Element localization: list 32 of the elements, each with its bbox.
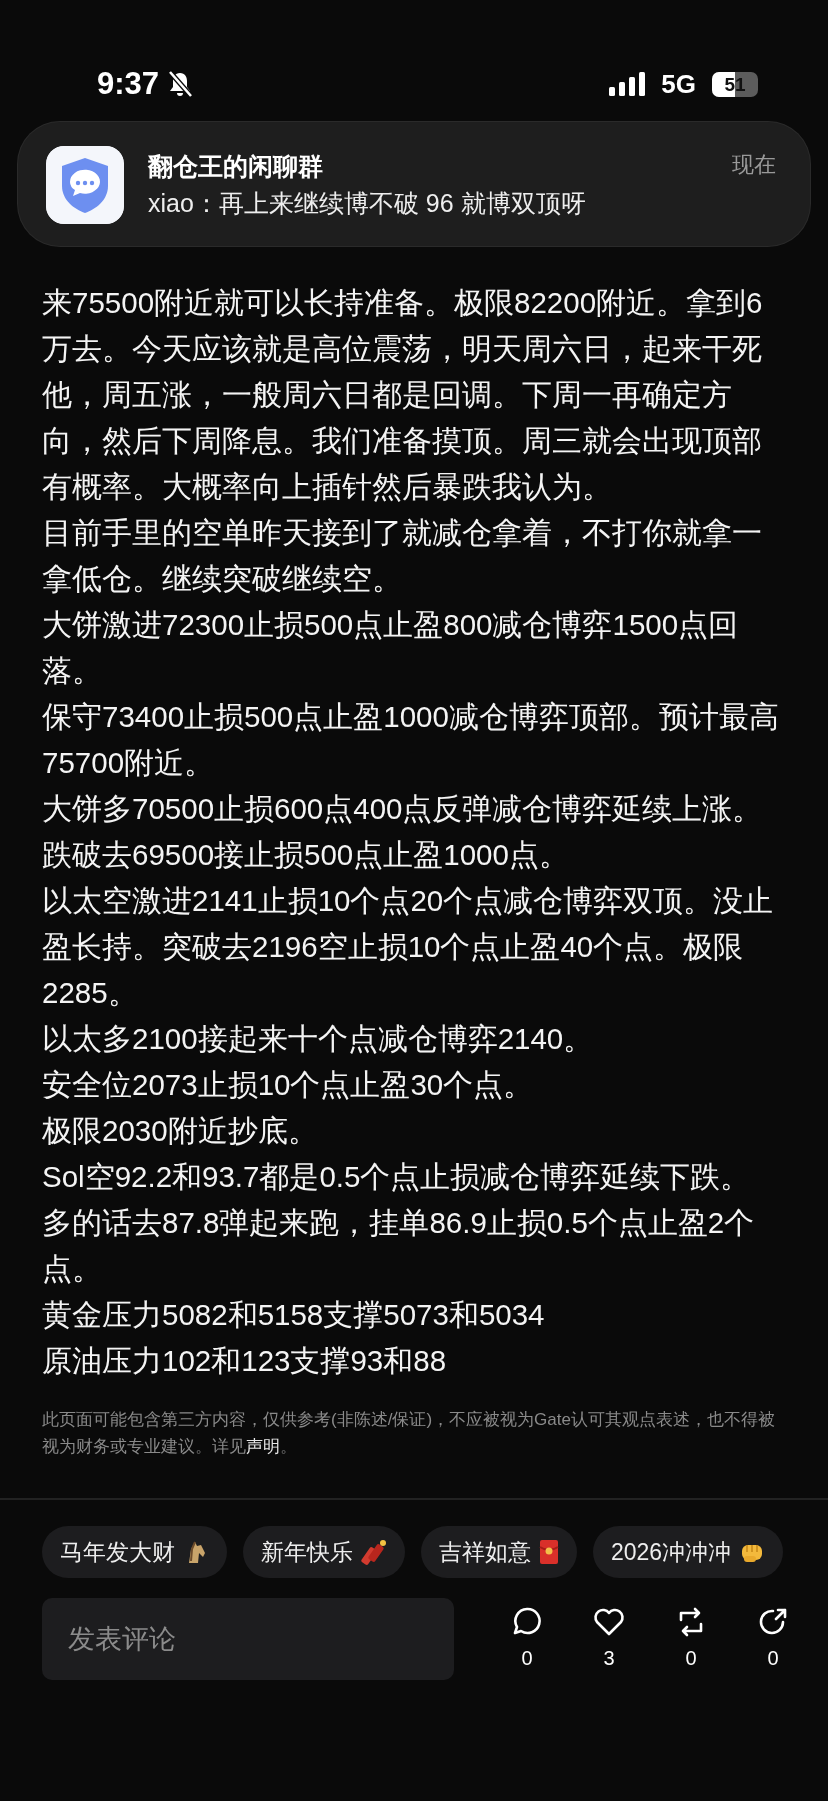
post-paragraph: 以太空激进2141止损10个点20个点减仓博弈双顶。没止盈长持。突破去2196空止损10个点止盈40个点。极限2285。 bbox=[42, 883, 775, 1011]
post-paragraph: 安全位2073止损10个点止盈30个点。 bbox=[42, 1067, 535, 1103]
action-count: 0 bbox=[767, 1646, 779, 1671]
reaction-tag[interactable]: 2026冲冲冲 bbox=[593, 1526, 784, 1578]
post-paragraph: 极限2030附近抄底。 bbox=[42, 1113, 319, 1149]
post-paragraph: 保守73400止损500点止盈1000减仓博弈顶部。预计最高75700附近。 bbox=[42, 699, 780, 781]
action-count: 0 bbox=[685, 1646, 697, 1671]
reaction-tag[interactable]: 吉祥如意 bbox=[421, 1526, 577, 1578]
post-paragraph: 大饼多70500止损600点400点反弹减仓博弈延续上涨。 bbox=[42, 791, 764, 827]
notification-time: 现在 bbox=[732, 150, 776, 179]
post-paragraph: 来75500附近就可以长持准备。极限82200附近。拿到6万去。今天应该就是高位震荡，明天周六日，起来干死他，周五涨，一般周六日都是回调。下周一再确定方向，然后下周降息。我们准备摸顶。周三就会出现顶部有概率。大概率向上插针然后暴跌我认为。 bbox=[42, 285, 764, 505]
post-paragraph: 以太多2100接起来十个点减仓博弈2140。 bbox=[42, 1021, 595, 1057]
clock-time: 9:37 bbox=[97, 64, 160, 103]
comment-input[interactable]: 发表评论 bbox=[42, 1598, 454, 1680]
battery-indicator: 51 bbox=[712, 71, 758, 97]
post-paragraph: 原油压力102和123支撑93和88 bbox=[42, 1343, 448, 1379]
post-paragraph: 跌破去69500接止损500点止盈1000点。 bbox=[42, 837, 570, 873]
disclaimer-text: 此页面可能包含第三方内容，仅供参考(非陈述/保证)，不应被视为Gate认可其观点表述，也不得被视为财务或专业建议。详见声明。 bbox=[42, 1409, 776, 1458]
post-paragraph: 大饼激进72300止损500点止盈800减仓博弈1500点回落。 bbox=[42, 607, 740, 689]
notification-message: xiao：再上来继续博不破 96 就博双顶呀 bbox=[148, 188, 587, 219]
action-count: 3 bbox=[603, 1646, 615, 1671]
post-paragraph: 目前手里的空单昨天接到了就减仓拿着，不打你就拿一拿低仓。继续突破继续空。 bbox=[42, 515, 763, 597]
network-label: 5G bbox=[661, 67, 696, 101]
notification-banner[interactable]: 翻仓王的闲聊群 现在 xiao：再上来继续博不破 96 就博双顶呀 bbox=[18, 122, 810, 246]
group-name: 翻仓王的闲聊群 bbox=[148, 150, 323, 182]
reaction-tag[interactable]: 马年发大财 bbox=[42, 1526, 227, 1578]
reaction-tag[interactable]: 新年快乐 bbox=[243, 1526, 405, 1578]
post-paragraph: 多的话去87.8弹起来跑，挂单86.9止损0.5个点止盈2个点。 bbox=[42, 1205, 756, 1287]
statement-link[interactable]: 声明 bbox=[246, 1437, 280, 1456]
post-paragraph: 黄金压力5082和5158支撑5073和5034 bbox=[42, 1297, 546, 1333]
post-paragraph: Sol空92.2和93.7都是0.5个点止损减仓博弈延续下跌。 bbox=[42, 1159, 752, 1195]
action-count: 0 bbox=[521, 1646, 533, 1671]
